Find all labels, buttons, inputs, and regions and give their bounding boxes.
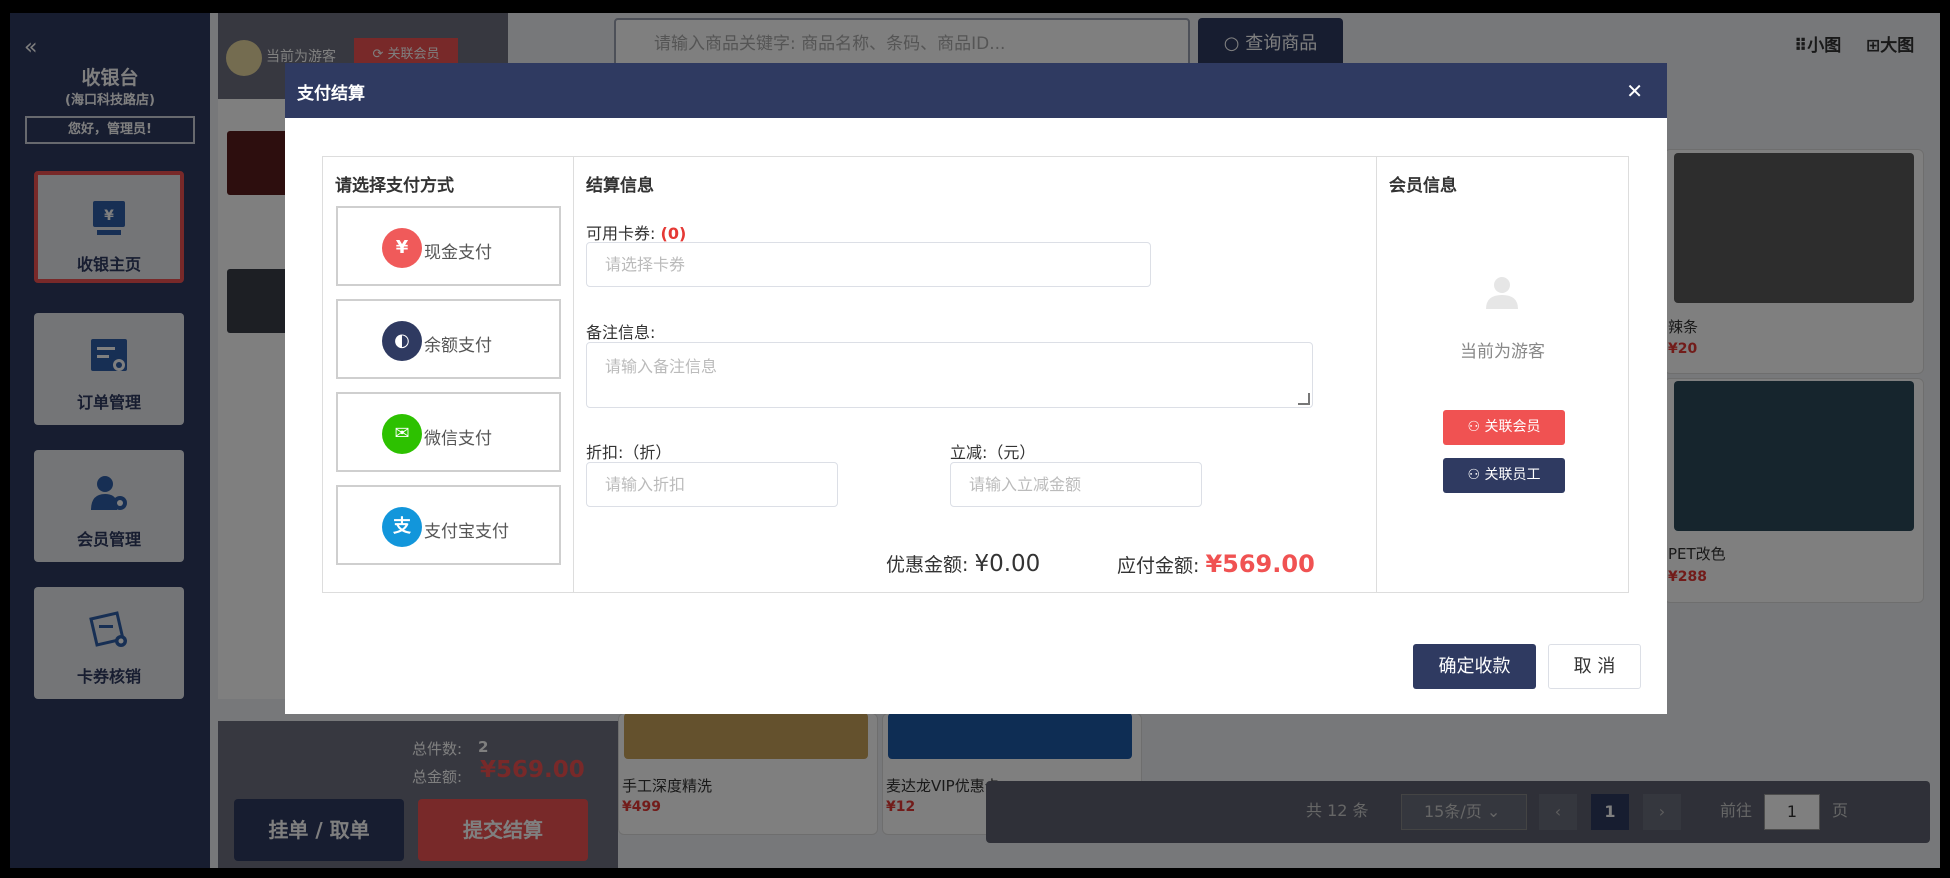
reduce-input[interactable]: 请输入立减金额 [950,462,1202,507]
close-icon[interactable]: ✕ [1626,79,1643,103]
discount-amount-wrap: 优惠金额: ¥0.00 [886,550,1040,577]
link-member-button[interactable]: ⚇ 关联会员 [1443,410,1565,445]
discount-input[interactable]: 请输入折扣 [586,462,838,507]
member-info-column: 会员信息 当前为游客 ⚇ 关联会员 ⚇ 关联员工 [1377,157,1628,592]
settlement-info-column: 结算信息 可用卡券: (0) 请选择卡券 备注信息: 请输入备注信息 折扣:（折… [574,157,1377,592]
remark-placeholder: 请输入备注信息 [605,357,718,376]
remark-textarea[interactable]: 请输入备注信息 [586,342,1313,408]
payable-amount-value: ¥569.00 [1205,550,1315,578]
payable-amount-label: 应付金额: [1117,555,1200,577]
wechat-icon: ✉ [382,414,422,454]
coupon-select[interactable]: 请选择卡券 [586,242,1151,287]
pay-method-label: 余额支付 [424,336,492,356]
pay-wechat-button[interactable]: ✉ 微信支付 [336,392,561,472]
guest-avatar-icon [1486,277,1518,309]
coupon-label: 可用卡券: [586,224,656,243]
user-icon: ⚇ [1467,419,1481,435]
link-member-button-label: 关联会员 [1484,419,1541,435]
coupon-count: (0) [660,224,687,243]
pay-cash-button[interactable]: ¥ 现金支付 [336,206,561,286]
link-staff-button-label: 关联员工 [1484,467,1541,483]
pay-method-label: 支付宝支付 [424,522,509,542]
modal-title: 支付结算 [297,84,365,104]
confirm-payment-button[interactable]: 确定收款 [1413,644,1536,689]
remark-label: 备注信息: [586,323,656,342]
money-bag-icon: ¥ [382,228,422,268]
cancel-button[interactable]: 取 消 [1548,644,1641,689]
member-section-title: 会员信息 [1389,176,1457,196]
payment-modal: 支付结算 ✕ 请选择支付方式 ¥ 现金支付 ◐ 余额支付 ✉ 微信支付 支 支付… [285,63,1667,714]
pay-balance-button[interactable]: ◐ 余额支付 [336,299,561,379]
link-staff-button[interactable]: ⚇ 关联员工 [1443,458,1565,493]
resize-grip-icon [1298,393,1310,405]
payable-amount-wrap: 应付金额: ¥569.00 [1117,550,1315,578]
discount-amount-value: ¥0.00 [974,551,1041,577]
discount-label: 折扣:（折） [586,443,672,462]
user-icon: ⚇ [1467,467,1481,483]
payment-section-title: 请选择支付方式 [335,176,454,196]
pay-alipay-button[interactable]: 支 支付宝支付 [336,485,561,565]
pay-method-label: 微信支付 [424,429,492,449]
payment-method-column: 请选择支付方式 ¥ 现金支付 ◐ 余额支付 ✉ 微信支付 支 支付宝支付 [323,157,574,592]
settle-section-title: 结算信息 [586,176,654,196]
modal-header: 支付结算 ✕ [285,63,1667,118]
settlement-panel: 请选择支付方式 ¥ 现金支付 ◐ 余额支付 ✉ 微信支付 支 支付宝支付 结算信… [322,156,1629,593]
coupon-label-wrap: 可用卡券: (0) [586,220,686,244]
reduce-label: 立减:（元） [950,443,1036,462]
discount-amount-label: 优惠金额: [886,554,969,576]
wallet-icon: ◐ [382,321,422,361]
alipay-icon: 支 [382,507,422,547]
pay-method-label: 现金支付 [424,243,492,263]
member-guest-text: 当前为游客 [1460,342,1545,362]
